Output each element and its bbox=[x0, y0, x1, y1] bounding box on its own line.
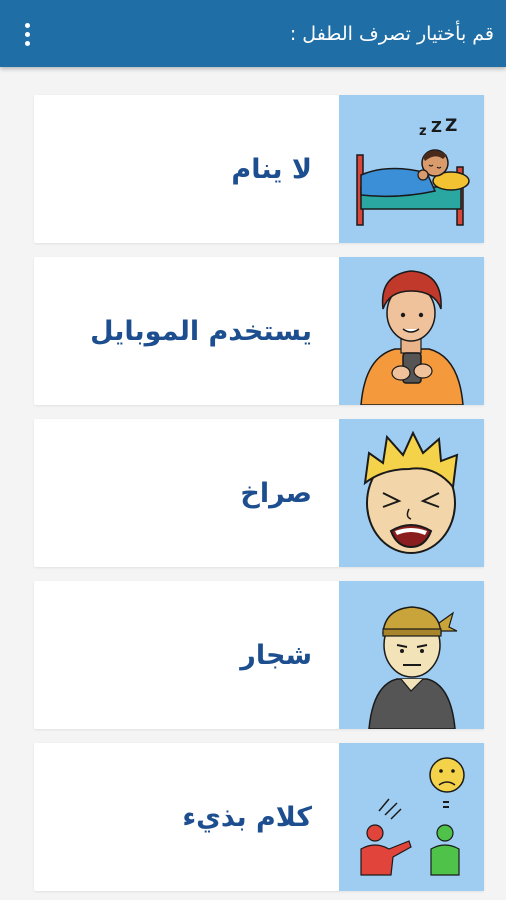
behavior-label: يستخدم الموبايل bbox=[90, 315, 312, 347]
behavior-label: صراخ bbox=[240, 477, 312, 509]
sleeping-child-icon: z Z Z bbox=[339, 95, 484, 243]
child-phone-icon bbox=[339, 257, 484, 405]
behavior-card-uses-mobile[interactable]: يستخدم الموبايل bbox=[34, 257, 484, 405]
svg-text:Z: Z bbox=[445, 116, 457, 136]
behavior-card-not-sleeping[interactable]: z Z Z لا ينام bbox=[34, 95, 484, 243]
page-title: قم بأختيار تصرف الطفل : bbox=[289, 22, 494, 45]
svg-text:z: z bbox=[419, 124, 427, 139]
fighting-child-icon bbox=[339, 581, 484, 729]
rude-talk-icon bbox=[339, 743, 484, 891]
behavior-card-fighting[interactable]: شجار bbox=[34, 581, 484, 729]
more-vert-icon[interactable] bbox=[14, 20, 40, 48]
behavior-card-rude-talk[interactable]: كلام بذيء bbox=[34, 743, 484, 891]
app-bar: قم بأختيار تصرف الطفل : bbox=[0, 0, 506, 67]
svg-text:Z: Z bbox=[431, 118, 442, 136]
behavior-label: شجار bbox=[240, 639, 312, 671]
behavior-label: كلام بذيء bbox=[182, 801, 312, 833]
behavior-label: لا ينام bbox=[231, 153, 312, 185]
behavior-card-screaming[interactable]: صراخ bbox=[34, 419, 484, 567]
screaming-child-icon bbox=[339, 419, 484, 567]
